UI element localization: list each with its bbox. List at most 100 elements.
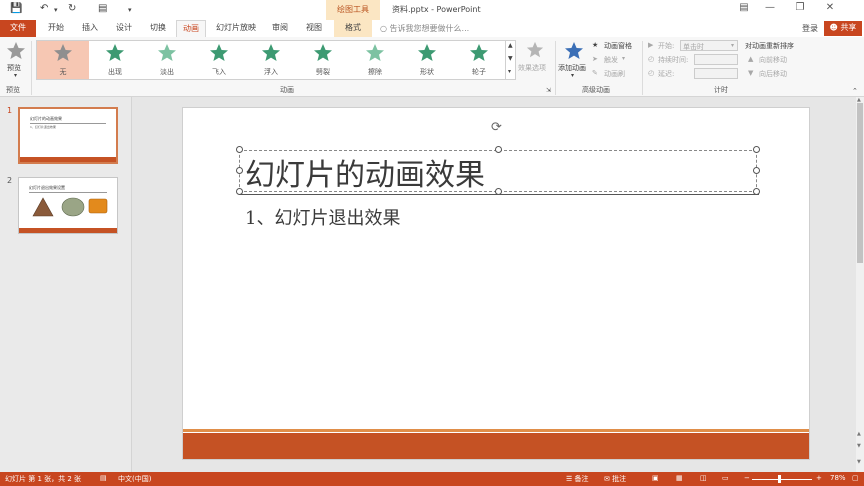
ribbon-display-icon[interactable]: ▤	[734, 2, 754, 13]
tab-file[interactable]: 文件	[0, 20, 36, 37]
share-label: 共享	[840, 23, 857, 32]
share-button[interactable]: ☻ 共享	[824, 21, 862, 36]
thumbnail-title: 幻灯片退出效果设置	[29, 185, 65, 190]
vertical-scrollbar[interactable]: ▲ ▲ ▼ ▼	[856, 97, 864, 472]
ribbon-tabs: 文件 开始 插入 设计 切换 动画 幻灯片放映 审阅 视图 格式 ○ 告诉我您想…	[0, 20, 864, 37]
rounded-rect-shape	[88, 198, 108, 214]
comments-button[interactable]: ✉ 批注	[604, 474, 626, 484]
scroll-up-icon[interactable]: ▲	[857, 97, 861, 103]
animation-wipe[interactable]: 擦除	[349, 41, 401, 79]
prev-slide-icon[interactable]: ▲	[857, 431, 861, 437]
next-slide-icon[interactable]: ▼	[857, 443, 861, 449]
scroll-down-icon[interactable]: ▼	[857, 459, 861, 465]
animation-wheel[interactable]: 轮子	[453, 41, 505, 79]
tell-me-search[interactable]: ○ 告诉我您想要做什么...	[380, 23, 469, 34]
zoom-out-icon[interactable]: −	[744, 474, 750, 482]
group-label-advanced: 高级动画	[582, 86, 610, 94]
ellipse-shape	[61, 197, 85, 217]
normal-view-icon[interactable]: ▣	[652, 474, 659, 482]
animation-float-in[interactable]: 浮入	[245, 41, 297, 79]
zoom-slider-knob[interactable]	[778, 475, 781, 483]
redo-icon[interactable]: ↻	[68, 3, 76, 14]
minimize-button[interactable]: —	[760, 2, 780, 13]
add-animation-star-icon	[565, 42, 583, 59]
animation-painter-button[interactable]: ✎ 动画刷	[592, 69, 640, 80]
tab-review[interactable]: 审阅	[266, 20, 294, 37]
slideshow-icon[interactable]: ▭	[722, 474, 729, 482]
gallery-up-icon[interactable]: ▲	[508, 42, 513, 49]
animation-fade[interactable]: 淡出	[141, 41, 193, 79]
effect-options-button[interactable]: 效果选项	[518, 41, 552, 81]
animation-appear-label: 出现	[108, 68, 122, 76]
tab-home[interactable]: 开始	[42, 20, 70, 37]
animation-appear[interactable]: 出现	[89, 41, 141, 79]
triangle-shape	[32, 197, 54, 217]
move-earlier-button[interactable]: ▲ 向前移动	[748, 55, 798, 66]
slide-title[interactable]: 幻灯片的动画效果	[245, 150, 485, 194]
tab-view[interactable]: 视图	[300, 20, 328, 37]
customize-qat-icon[interactable]: ▾	[128, 6, 132, 14]
gallery-more-icon[interactable]: ▾	[508, 68, 511, 75]
animation-fly-in[interactable]: 飞入	[193, 41, 245, 79]
zoom-slider[interactable]	[752, 479, 812, 480]
person-icon: ☻	[829, 23, 838, 32]
collapse-ribbon-icon[interactable]: ⌃	[852, 87, 858, 95]
tab-transitions[interactable]: 切换	[144, 20, 172, 37]
scrollbar-thumb[interactable]	[857, 103, 863, 263]
save-icon[interactable]: 💾	[10, 3, 22, 14]
undo-icon[interactable]: ↶	[40, 3, 48, 14]
slide[interactable]: ⟳ 幻灯片的动画效果 1、幻灯片退出效果	[182, 107, 810, 460]
thumbnail-body: 1、幻灯片退出效果	[30, 125, 56, 129]
reorder-heading: 对动画重新排序	[745, 42, 794, 50]
close-button[interactable]: ✕	[820, 2, 840, 13]
animation-shape[interactable]: 形状	[401, 41, 453, 79]
dialog-launcher-icon[interactable]: ⇲	[546, 87, 551, 94]
animation-split[interactable]: 劈裂	[297, 41, 349, 79]
slide-thumbnail-1[interactable]: 幻灯片的动画效果 1、幻灯片退出效果	[18, 107, 118, 164]
slide-sorter-icon[interactable]: ▦	[676, 474, 683, 482]
status-bar: 幻灯片 第 1 张，共 2 张 ▤ 中文(中国) ☰ 备注 ✉ 批注 ▣ ▦ ◫…	[0, 472, 864, 486]
tab-insert[interactable]: 插入	[76, 20, 104, 37]
animation-gallery: 无 出现 淡出 飞入 浮入 劈裂 擦除 形状 轮子 ▲ ▼ ▾	[36, 40, 516, 80]
duration-input[interactable]	[694, 54, 738, 65]
trigger-button[interactable]: ➤ 触发 ▾	[592, 55, 640, 66]
presentation-icon[interactable]: ▤	[98, 3, 107, 14]
resize-handle[interactable]	[495, 146, 502, 153]
delay-label: 延迟:	[658, 70, 675, 78]
rotate-handle-icon[interactable]: ⟳	[491, 120, 502, 135]
animation-pane-button[interactable]: ★ 动画窗格	[592, 41, 640, 52]
slide-thumbnail-2[interactable]: 幻灯片退出效果设置	[18, 177, 118, 234]
slide-body-text[interactable]: 1、幻灯片退出效果	[245, 204, 400, 230]
start-value: 单击时	[683, 43, 704, 51]
start-select[interactable]: 单击时 ▾	[680, 40, 738, 51]
animation-wipe-label: 擦除	[368, 68, 382, 76]
preview-button[interactable]: 预览 ▾	[4, 41, 28, 81]
undo-dropdown-icon[interactable]: ▾	[54, 6, 58, 14]
add-animation-button[interactable]: 添加动画 ▾	[558, 41, 590, 83]
resize-handle[interactable]	[753, 146, 760, 153]
login-link[interactable]: 登录	[802, 23, 818, 34]
gallery-scroll[interactable]: ▲ ▼ ▾	[505, 41, 515, 79]
tab-animations[interactable]: 动画	[176, 20, 206, 37]
reading-view-icon[interactable]: ◫	[700, 474, 707, 482]
spellcheck-icon[interactable]: ▤	[100, 474, 107, 482]
zoom-level[interactable]: 78%	[830, 474, 846, 482]
restore-button[interactable]: ❐	[790, 2, 810, 13]
resize-handle[interactable]	[753, 167, 760, 174]
resize-handle[interactable]	[236, 167, 243, 174]
notes-label: 备注	[574, 475, 589, 483]
tab-slideshow[interactable]: 幻灯片放映	[212, 20, 260, 37]
thumbnail-shapes	[32, 197, 108, 217]
tab-format[interactable]: 格式	[334, 20, 372, 37]
fit-to-window-icon[interactable]: ▢	[852, 474, 859, 482]
move-later-button[interactable]: ▼ 向后移动	[748, 69, 798, 80]
tab-design[interactable]: 设计	[110, 20, 138, 37]
notes-button[interactable]: ☰ 备注	[566, 474, 589, 484]
language-status[interactable]: 中文(中国)	[118, 474, 151, 484]
animation-none[interactable]: 无	[37, 41, 89, 79]
star-icon	[54, 44, 72, 61]
resize-handle[interactable]	[236, 146, 243, 153]
delay-input[interactable]	[694, 68, 738, 79]
gallery-down-icon[interactable]: ▼	[508, 55, 513, 62]
zoom-in-icon[interactable]: +	[816, 474, 822, 482]
